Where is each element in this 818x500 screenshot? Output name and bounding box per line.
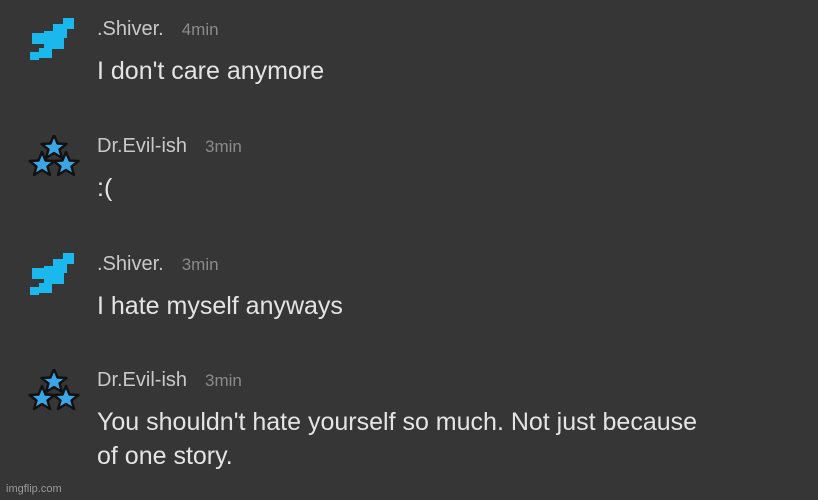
avatar[interactable] [26,18,82,66]
three-stars-icon [28,369,80,411]
username[interactable]: .Shiver. [97,253,164,276]
timestamp: 3min [205,137,242,156]
message-header: Dr.Evil-ish 3min [97,135,242,158]
username[interactable]: .Shiver. [97,18,164,41]
message-header: .Shiver. 3min [97,253,219,276]
message-text: :( [97,174,113,202]
message-header: .Shiver. 4min [97,18,219,41]
message-text: I don't care anymore [97,57,325,85]
timestamp: 3min [181,255,219,274]
message-header: Dr.Evil-ish 3min [97,369,242,392]
avatar[interactable] [26,369,82,417]
three-stars-icon [28,135,80,177]
blue-pixel-arrow-icon [30,253,74,295]
username[interactable]: Dr.Evil-ish [97,369,187,392]
avatar[interactable] [26,253,82,301]
username[interactable]: Dr.Evil-ish [97,135,187,158]
watermark: imgflip.com [6,483,62,495]
timestamp: 4min [181,20,219,39]
blue-pixel-arrow-icon [30,18,74,60]
timestamp: 3min [205,371,242,390]
message-text: I hate myself anyways [97,292,343,320]
message-text: You shouldn't hate yourself so much. Not… [97,408,698,470]
avatar[interactable] [26,135,82,183]
